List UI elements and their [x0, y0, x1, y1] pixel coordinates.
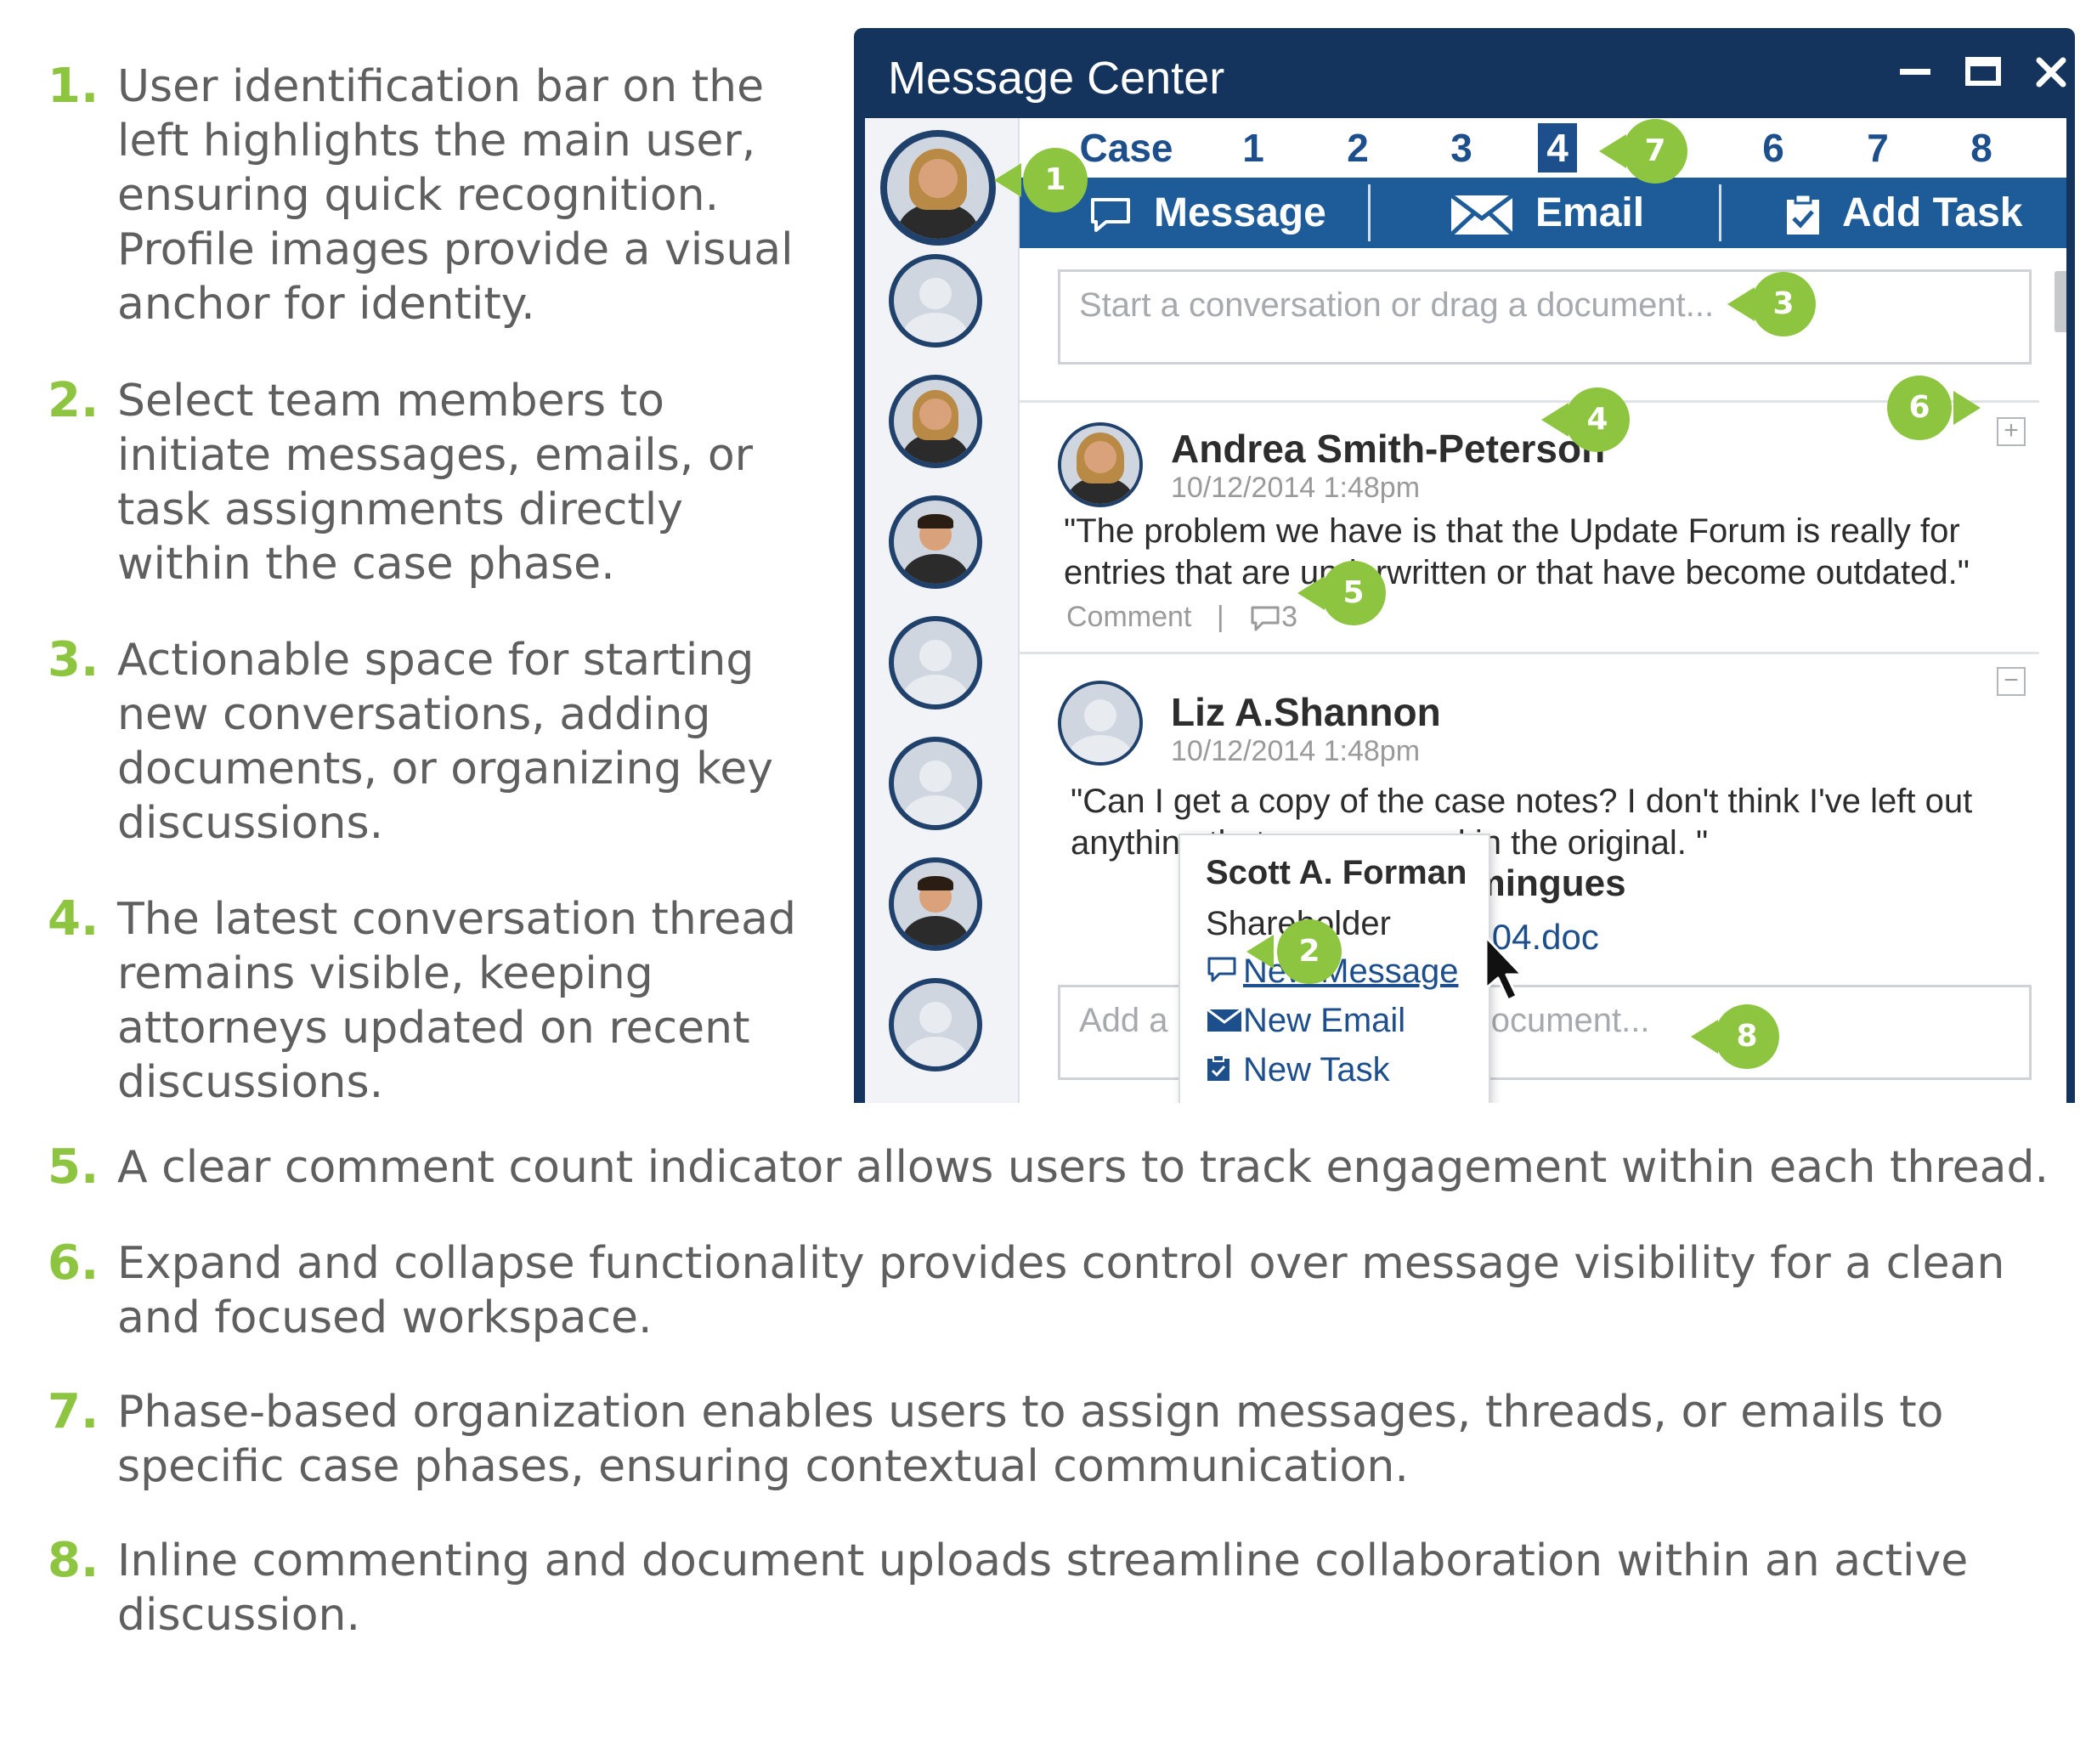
tab-phase-1[interactable]: 1	[1236, 123, 1270, 172]
annotation-8: 8. Inline commenting and document upload…	[48, 1534, 2029, 1642]
annotation-text: Select team members to initiate messages…	[117, 376, 754, 590]
avatar[interactable]	[889, 978, 982, 1071]
close-icon[interactable]	[2031, 52, 2072, 93]
post-author: Liz A.Shannon	[1171, 690, 1441, 734]
speech-bubble-icon	[1207, 957, 1236, 982]
email-button-label: Email	[1535, 190, 1645, 235]
divider	[1719, 184, 1721, 241]
post-avatar[interactable]	[1058, 422, 1143, 507]
popup-user-name: Scott A. Forman	[1206, 854, 1467, 891]
add-task-button[interactable]: Add Task	[1784, 178, 2022, 248]
callout-2: 2	[1246, 919, 1342, 984]
annotation-2: 2. Select team members to initiate messa…	[48, 374, 797, 591]
divider	[1020, 400, 2039, 403]
popup-new-task[interactable]: New Task	[1206, 1051, 1390, 1091]
divider	[1020, 652, 2039, 654]
comment-count[interactable]: 3	[1281, 601, 1297, 633]
envelope-icon	[1207, 1008, 1242, 1032]
annotation-number: 2.	[48, 373, 99, 428]
annotation-5: 5. A clear comment count indicator allow…	[48, 1140, 2072, 1195]
avatar[interactable]	[889, 375, 982, 468]
message-button-label: Message	[1154, 190, 1326, 235]
title-bar: Message Center	[854, 28, 2075, 118]
main-panel: Case Info 1 2 3 4 5 6 7 8 Message Email	[1020, 118, 2066, 1103]
add-task-button-label: Add Task	[1842, 190, 2023, 235]
annotation-text: Expand and collapse functionality provid…	[117, 1238, 2005, 1343]
annotation-text: The latest conversation thread remains v…	[117, 894, 796, 1108]
window-title: Message Center	[888, 53, 1225, 104]
popup-new-email-label: New Email	[1243, 1002, 1406, 1039]
maximize-icon[interactable]	[1963, 52, 2004, 93]
callout-1: 1	[994, 148, 1088, 212]
annotation-text: A clear comment count indicator allows u…	[117, 1142, 2049, 1193]
post-avatar[interactable]	[1058, 681, 1143, 766]
avatar[interactable]	[889, 254, 982, 348]
annotation-text: Inline commenting and document uploads s…	[117, 1535, 1969, 1641]
annotation-number: 1.	[48, 59, 99, 114]
mouse-cursor-icon	[1484, 936, 1523, 1002]
avatar[interactable]	[889, 737, 982, 830]
callout-6: 6	[1887, 376, 1981, 440]
annotation-1: 1. User identification bar on the left h…	[48, 59, 814, 331]
popup-new-task-label: New Task	[1243, 1051, 1390, 1088]
avatar[interactable]	[889, 495, 982, 589]
message-button[interactable]: Message	[1088, 178, 1326, 248]
compose-input[interactable]: Start a conversation or drag a document.…	[1058, 269, 2032, 365]
annotation-number: 5.	[48, 1139, 99, 1195]
annotation-number: 7.	[48, 1384, 99, 1439]
popup-new-email[interactable]: New Email	[1206, 1002, 1405, 1042]
tab-phase-6[interactable]: 6	[1756, 123, 1790, 172]
comment-link[interactable]: Comment	[1066, 601, 1191, 633]
post-author: Andrea Smith-Peterson	[1171, 427, 1606, 471]
callout-7: 7	[1599, 119, 1687, 184]
annotation-7: 7. Phase-based organization enables user…	[48, 1385, 2029, 1494]
scrollbar[interactable]	[2055, 271, 2066, 332]
annotation-number: 8.	[48, 1533, 99, 1588]
phase-tabs: Case Info 1 2 3 4 5 6 7 8	[1020, 118, 2066, 219]
post-body: "The problem we have is that the Update …	[1064, 512, 1970, 591]
annotation-text: Phase-based organization enables users t…	[117, 1387, 1944, 1492]
tab-phase-4[interactable]: 4	[1538, 123, 1577, 172]
comment-count-icon	[1251, 606, 1280, 631]
callout-8: 8	[1691, 1004, 1779, 1069]
annotation-4: 4. The latest conversation thread remain…	[48, 892, 814, 1110]
action-bar: Message Email Add Task	[1020, 178, 2066, 248]
collapse-toggle[interactable]: −	[1997, 667, 2026, 696]
window-body: Case Info 1 2 3 4 5 6 7 8 Message Email	[865, 118, 2066, 1103]
annotation-3: 3. Actionable space for starting new con…	[48, 633, 797, 851]
annotation-number: 4.	[48, 891, 99, 947]
callout-5: 5	[1297, 561, 1386, 625]
envelope-icon	[1450, 194, 1514, 237]
clipboard-check-icon	[1787, 193, 1819, 235]
email-button[interactable]: Email	[1449, 178, 1644, 248]
minimize-icon[interactable]	[1895, 52, 1936, 93]
avatar[interactable]	[889, 616, 982, 710]
callout-4: 4	[1541, 387, 1630, 452]
annotation-6: 6. Expand and collapse functionality pro…	[48, 1236, 2029, 1345]
annotation-number: 3.	[48, 632, 99, 687]
avatar-scott-forman[interactable]	[889, 857, 982, 951]
user-sidebar	[865, 118, 1020, 1103]
annotation-number: 6.	[48, 1235, 99, 1291]
divider	[1368, 184, 1371, 241]
expand-toggle[interactable]: +	[1997, 417, 2026, 446]
tab-phase-3[interactable]: 3	[1444, 123, 1478, 172]
callout-3: 3	[1727, 272, 1816, 336]
clipboard-check-icon	[1207, 1054, 1229, 1081]
avatar-main-user[interactable]	[880, 130, 996, 246]
comment-separator: |	[1216, 601, 1224, 633]
speech-bubble-icon	[1091, 198, 1130, 233]
tab-phase-8[interactable]: 8	[1964, 123, 1998, 172]
tab-phase-2[interactable]: 2	[1341, 123, 1375, 172]
comment-row: Comment | 3	[1066, 601, 1297, 634]
post-date: 10/12/2014 1:48pm	[1171, 472, 1421, 504]
post-date: 10/12/2014 1:48pm	[1171, 735, 1421, 767]
annotation-text: User identification bar on the left high…	[117, 61, 794, 330]
tab-phase-7[interactable]: 7	[1861, 123, 1895, 172]
annotation-text: Actionable space for starting new conver…	[117, 635, 774, 849]
